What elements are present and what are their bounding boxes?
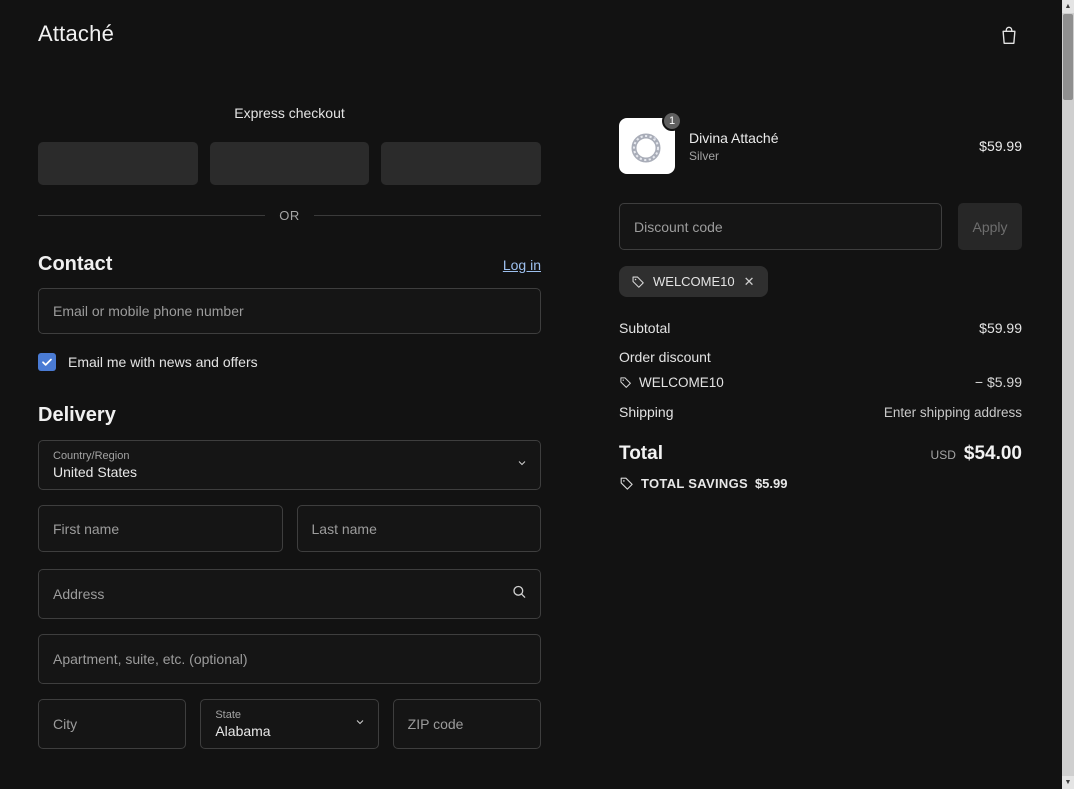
scrollbar-down-arrow[interactable]: ▼ bbox=[1062, 776, 1074, 789]
shipping-value: Enter shipping address bbox=[883, 404, 1022, 420]
country-select-value: United States bbox=[53, 464, 138, 480]
chevron-down-icon bbox=[516, 456, 528, 474]
subtotal-value: $59.99 bbox=[979, 320, 1022, 336]
newsletter-checkbox[interactable] bbox=[38, 353, 56, 371]
cart-bag-icon[interactable] bbox=[996, 22, 1022, 51]
applied-discounts: WELCOME10 ✕ bbox=[619, 266, 1022, 297]
discount-code-label: WELCOME10 bbox=[639, 374, 724, 390]
express-pay-button-3[interactable] bbox=[381, 142, 542, 185]
total-label: Total bbox=[619, 443, 663, 464]
savings-value: $5.99 bbox=[754, 476, 788, 491]
express-pay-button-1[interactable] bbox=[38, 142, 198, 185]
scrollbar[interactable]: ▲ ▼ bbox=[1062, 0, 1074, 789]
apartment-wrap bbox=[38, 634, 541, 684]
total-row: Total USD $54.00 bbox=[619, 443, 1022, 465]
order-discount-row: Order discount bbox=[619, 349, 1022, 365]
email-input[interactable] bbox=[38, 288, 541, 334]
country-select-label: Country/Region bbox=[53, 450, 130, 462]
city-row: State Alabama bbox=[38, 699, 541, 749]
discount-wrap bbox=[619, 203, 942, 250]
shipping-row: Shipping Enter shipping address bbox=[619, 404, 1022, 420]
email-field-wrap bbox=[38, 288, 541, 334]
newsletter-label: Email me with news and offers bbox=[68, 354, 258, 370]
discount-chip-code: WELCOME10 bbox=[653, 274, 735, 289]
newsletter-row: Email me with news and offers bbox=[38, 353, 541, 371]
city-wrap bbox=[38, 699, 187, 749]
apartment-input[interactable] bbox=[38, 634, 541, 684]
search-icon bbox=[511, 584, 527, 605]
check-icon bbox=[42, 358, 52, 366]
shipping-label: Shipping bbox=[619, 404, 674, 420]
discount-code-row: Apply bbox=[619, 203, 1022, 250]
login-link[interactable]: Log in bbox=[503, 257, 541, 273]
total-amount: $54.00 bbox=[963, 443, 1022, 464]
contact-section-header: Contact Log in bbox=[38, 253, 541, 276]
country-select[interactable]: Country/Region United States bbox=[38, 440, 541, 490]
address-wrap bbox=[38, 569, 541, 619]
subtotal-row: Subtotal $59.99 bbox=[619, 320, 1022, 336]
state-select[interactable]: State Alabama bbox=[200, 699, 379, 749]
zip-wrap bbox=[392, 699, 541, 749]
cart-item: 1 Divina Attaché Silver $59.99 bbox=[619, 111, 1022, 174]
order-summary: 1 Divina Attaché Silver $59.99 Apply WEL… bbox=[619, 111, 1022, 491]
tag-icon bbox=[619, 376, 632, 389]
discount-chip: WELCOME10 ✕ bbox=[619, 266, 768, 297]
city-input[interactable] bbox=[38, 699, 187, 749]
apply-discount-button[interactable]: Apply bbox=[958, 203, 1022, 250]
discount-amount: − $5.99 bbox=[974, 374, 1022, 390]
first-name-input[interactable] bbox=[38, 505, 283, 552]
contact-heading: Contact bbox=[38, 253, 113, 275]
tag-icon bbox=[619, 476, 634, 491]
chevron-down-icon bbox=[354, 715, 366, 733]
product-name: Divina Attaché bbox=[689, 129, 779, 146]
checkout-form: Express checkout OR Contact Log in Email… bbox=[38, 105, 542, 749]
scrollbar-thumb[interactable] bbox=[1063, 14, 1073, 100]
totals-block: Subtotal $59.99 Order discount WELCOME10… bbox=[619, 320, 1022, 491]
scrollbar-up-arrow[interactable]: ▲ bbox=[1062, 0, 1074, 13]
subtotal-label: Subtotal bbox=[619, 320, 671, 336]
express-checkout-title: Express checkout bbox=[234, 105, 345, 121]
product-thumbnail: 1 bbox=[619, 111, 682, 174]
divider-line bbox=[313, 215, 541, 216]
savings-label: TOTAL SAVINGS bbox=[641, 476, 748, 491]
state-select-label: State bbox=[215, 709, 242, 721]
product-variant: Silver bbox=[689, 148, 720, 163]
first-name-wrap bbox=[38, 505, 283, 552]
tag-icon bbox=[631, 275, 645, 289]
product-price: $59.99 bbox=[979, 138, 1022, 154]
last-name-wrap bbox=[296, 505, 541, 552]
or-label: OR bbox=[279, 208, 300, 223]
express-checkout-buttons bbox=[38, 142, 542, 185]
ring-image bbox=[631, 133, 661, 163]
express-pay-button-2[interactable] bbox=[209, 142, 370, 185]
order-discount-label: Order discount bbox=[619, 349, 711, 365]
product-info: Divina Attaché Silver bbox=[689, 130, 979, 163]
store-logo: Attaché bbox=[38, 21, 115, 46]
discount-code-input[interactable] bbox=[619, 203, 942, 250]
zip-input[interactable] bbox=[392, 699, 541, 749]
currency-code: USD bbox=[930, 448, 956, 462]
delivery-section-header: Delivery bbox=[38, 404, 541, 427]
delivery-heading: Delivery bbox=[38, 404, 116, 426]
remove-discount-icon[interactable]: ✕ bbox=[743, 275, 756, 288]
state-select-value: Alabama bbox=[215, 723, 271, 739]
discount-code-line: WELCOME10 − $5.99 bbox=[619, 374, 1022, 390]
quantity-badge: 1 bbox=[662, 111, 682, 131]
total-savings-row: TOTAL SAVINGS $5.99 bbox=[619, 476, 1022, 491]
divider-line bbox=[38, 215, 266, 216]
name-row bbox=[38, 505, 541, 552]
last-name-input[interactable] bbox=[296, 505, 541, 552]
or-divider: OR bbox=[38, 208, 541, 223]
address-input[interactable] bbox=[38, 569, 541, 619]
